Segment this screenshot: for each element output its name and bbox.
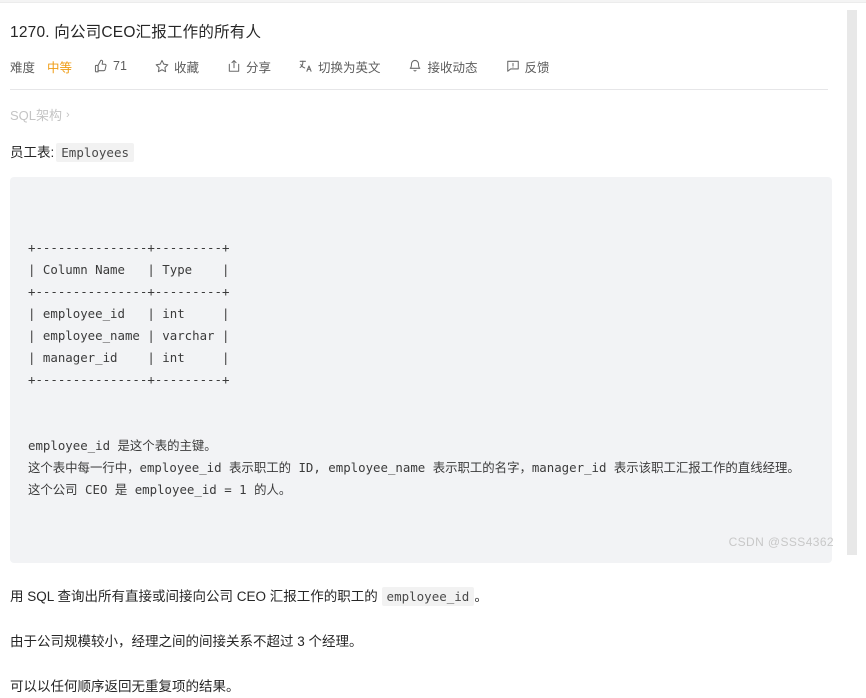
star-icon xyxy=(155,59,169,73)
translate-icon xyxy=(299,59,313,73)
share-label: 分享 xyxy=(245,60,271,75)
difficulty-label: 难度 xyxy=(10,60,36,75)
share-button[interactable]: 分享 xyxy=(227,57,271,76)
description-inline-code: employee_id xyxy=(381,587,475,606)
translate-label: 切换为英文 xyxy=(317,60,381,75)
description-paragraph-1-tail: 。 xyxy=(474,589,488,604)
subscribe-button[interactable]: 接收动态 xyxy=(408,57,478,76)
like-count: 71 xyxy=(113,59,127,73)
schema-table-label: 员工表: Employees xyxy=(10,141,828,162)
question-content: 1270. 向公司CEO汇报工作的所有人 难度 中等 71 收藏 分享 切换为英… xyxy=(0,4,838,698)
favorite-label: 收藏 xyxy=(173,60,199,75)
chevron-right-icon: › xyxy=(66,108,70,121)
question-toolbar: 难度 中等 71 收藏 分享 切换为英文 接收动态 反馈 xyxy=(10,56,828,76)
schema-table-name: Employees xyxy=(56,143,134,162)
feedback-label: 反馈 xyxy=(524,60,550,75)
schema-code-block: +---------------+---------+ | Column Nam… xyxy=(10,177,832,563)
watermark: CSDN @SSS4362 xyxy=(728,535,834,549)
like-button[interactable]: 71 xyxy=(94,59,127,73)
breadcrumb[interactable]: SQL架构 › xyxy=(10,105,828,124)
schema-notes: employee_id 是这个表的主键。 这个表中每一行中，employee_i… xyxy=(28,438,800,497)
feedback-icon xyxy=(506,59,520,73)
translate-button[interactable]: 切换为英文 xyxy=(299,57,381,76)
breadcrumb-label[interactable]: SQL架构 xyxy=(10,105,62,124)
window-top-strip xyxy=(0,0,866,3)
scrollbar-thumb[interactable] xyxy=(847,10,857,555)
subscribe-label: 接收动态 xyxy=(427,60,478,75)
description-paragraph-2: 由于公司规模较小，经理之间的间接关系不超过 3 个经理。 xyxy=(10,634,363,649)
difficulty-badge: 难度 中等 xyxy=(10,57,72,76)
description-paragraph-3: 可以以任何顺序返回无重复项的结果。 xyxy=(10,679,240,694)
bell-icon xyxy=(408,59,422,73)
description-paragraph-1-text: 用 SQL 查询出所有直接或间接向公司 CEO 汇报工作的职工的 xyxy=(10,589,378,604)
schema-table-label-text: 员工表: xyxy=(10,145,55,160)
thumbs-up-icon xyxy=(94,59,108,73)
difficulty-value: 中等 xyxy=(47,60,73,75)
feedback-button[interactable]: 反馈 xyxy=(506,57,550,76)
toolbar-divider xyxy=(10,89,828,90)
question-page: 1270. 向公司CEO汇报工作的所有人 难度 中等 71 收藏 分享 切换为英… xyxy=(0,4,838,694)
share-icon xyxy=(227,59,241,73)
vertical-scrollbar[interactable] xyxy=(838,4,866,561)
schema-ascii-table: +---------------+---------+ | Column Nam… xyxy=(28,240,230,387)
page-title: 1270. 向公司CEO汇报工作的所有人 xyxy=(10,24,262,41)
favorite-button[interactable]: 收藏 xyxy=(155,57,199,76)
description-paragraph-1: 用 SQL 查询出所有直接或间接向公司 CEO 汇报工作的职工的 employe… xyxy=(10,586,828,608)
